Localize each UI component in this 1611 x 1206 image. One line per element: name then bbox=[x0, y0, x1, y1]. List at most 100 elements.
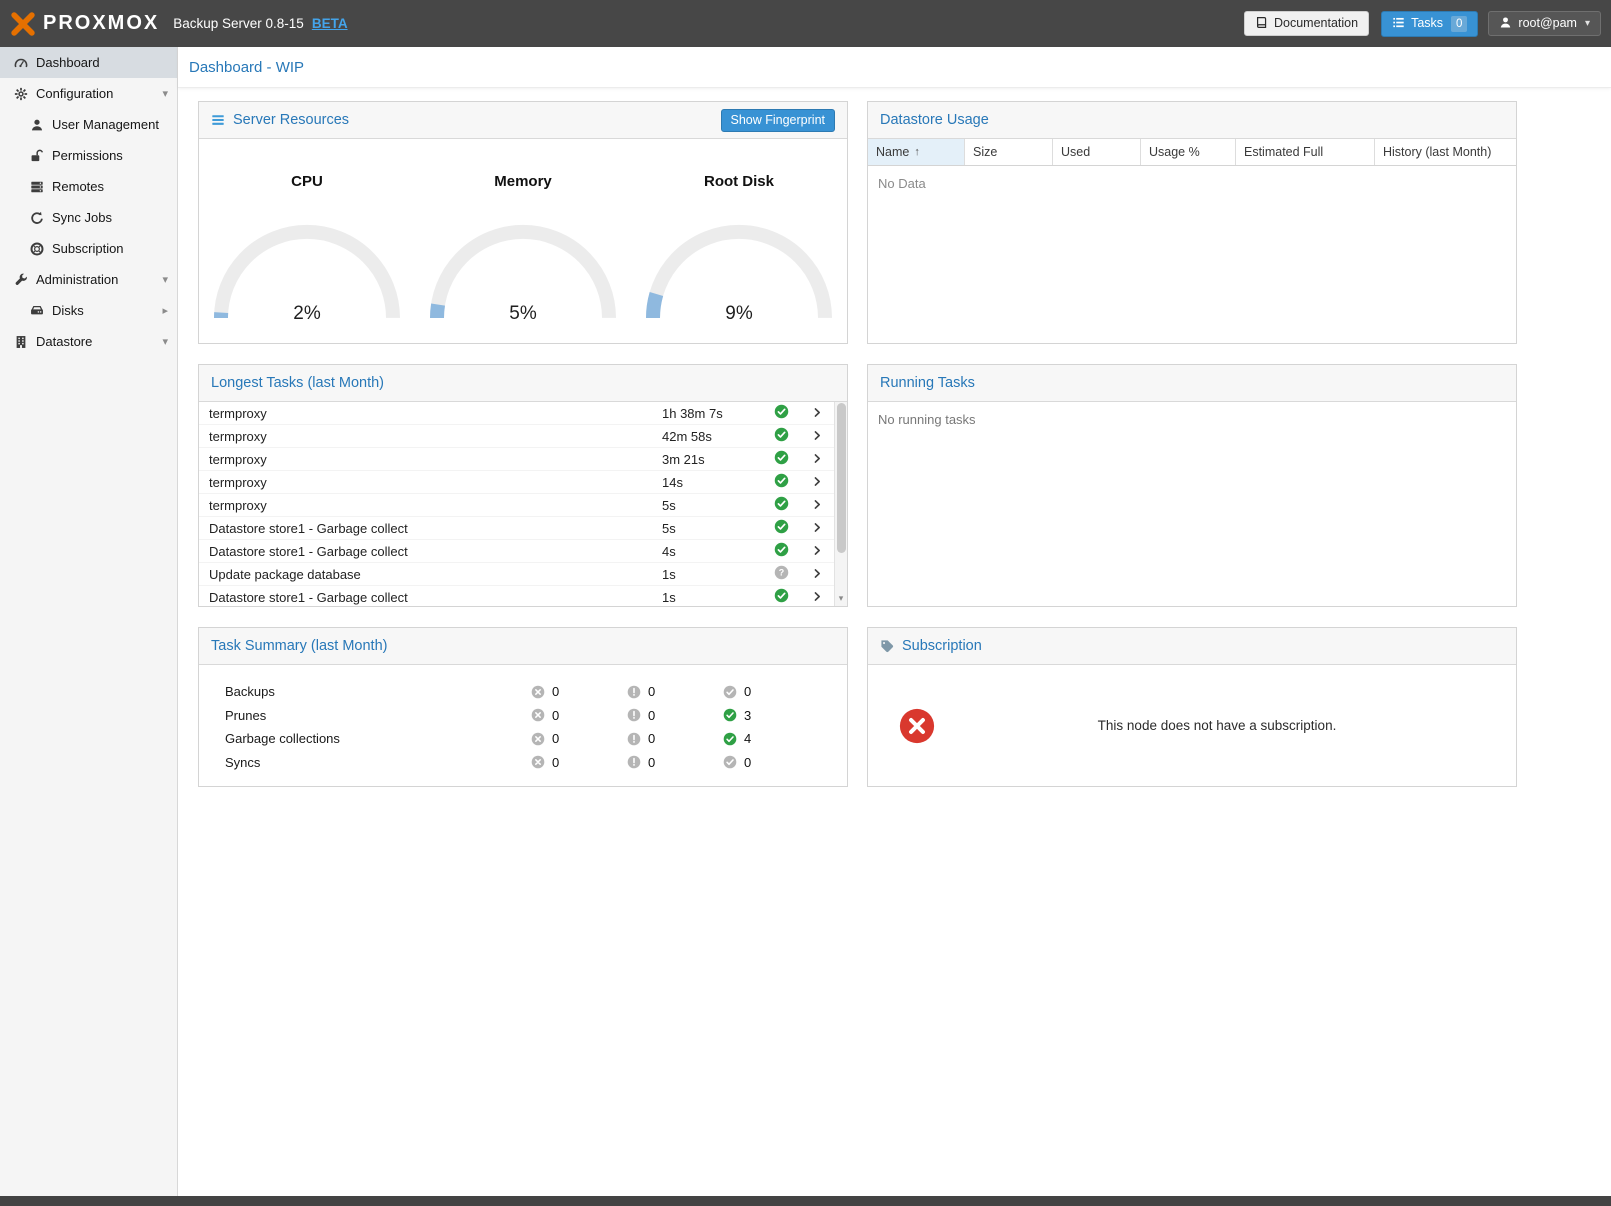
task-row[interactable]: termproxy14s bbox=[199, 471, 834, 494]
longest-tasks-header: Longest Tasks (last Month) bbox=[199, 365, 847, 402]
column-header-used[interactable]: Used bbox=[1053, 139, 1141, 165]
exclamation-circle-icon bbox=[627, 685, 641, 699]
task-name: termproxy bbox=[199, 406, 662, 421]
task-row[interactable]: Update package database1s? bbox=[199, 563, 834, 586]
beta-link[interactable]: BETA bbox=[312, 16, 348, 31]
main-content: Dashboard - WIP Server Resources Show Fi… bbox=[178, 47, 1611, 1196]
sidebar-item-permissions[interactable]: Permissions bbox=[0, 140, 177, 171]
sidebar-item-configuration[interactable]: Configuration ▾ bbox=[0, 78, 177, 109]
chevron-right-icon[interactable] bbox=[800, 476, 834, 489]
error-count-cell[interactable]: 0 bbox=[531, 755, 627, 770]
chevron-right-icon[interactable] bbox=[800, 591, 834, 604]
chevron-right-icon[interactable] bbox=[800, 568, 834, 581]
times-circle-icon bbox=[531, 685, 545, 699]
server-lines-icon bbox=[28, 180, 45, 194]
show-fingerprint-button[interactable]: Show Fingerprint bbox=[721, 109, 836, 132]
column-label: Estimated Full bbox=[1244, 145, 1323, 159]
times-circle-icon bbox=[531, 732, 545, 746]
warning-count-cell[interactable]: 0 bbox=[627, 684, 723, 699]
longest-tasks-list: termproxy1h 38m 7stermproxy42m 58stermpr… bbox=[199, 402, 834, 606]
task-row[interactable]: termproxy5s bbox=[199, 494, 834, 517]
task-duration: 4s bbox=[662, 544, 762, 559]
warning-count-cell[interactable]: 0 bbox=[627, 731, 723, 746]
gauge-arc: 2% bbox=[207, 220, 407, 327]
task-duration: 5s bbox=[662, 521, 762, 536]
task-summary-panel: Task Summary (last Month) Backups000Prun… bbox=[198, 627, 848, 787]
ok-count-cell[interactable]: 4 bbox=[723, 731, 819, 746]
gauge-value: 2% bbox=[207, 303, 407, 325]
check-circle-icon bbox=[723, 732, 737, 746]
column-header-history-last-month[interactable]: History (last Month) bbox=[1375, 139, 1516, 165]
sidebar-item-label: Remotes bbox=[52, 179, 104, 194]
scrollbar[interactable]: ▾ bbox=[834, 402, 847, 606]
datastore-grid-header: Name↑Size Used Usage % Estimated Full Histor… bbox=[868, 139, 1516, 166]
warning-count-cell[interactable]: 0 bbox=[627, 708, 723, 723]
ok-count: 0 bbox=[744, 684, 751, 699]
scrollbar-down-arrow-icon[interactable]: ▾ bbox=[835, 592, 847, 606]
sidebar-item-dashboard[interactable]: Dashboard bbox=[0, 47, 177, 78]
task-row[interactable]: Datastore store1 - Garbage collect5s bbox=[199, 517, 834, 540]
task-name: termproxy bbox=[199, 475, 662, 490]
caret-down-icon[interactable]: ▾ bbox=[162, 335, 168, 348]
sidebar-item-disks[interactable]: Disks▸ bbox=[0, 295, 177, 326]
column-header-name[interactable]: Name↑ bbox=[868, 139, 965, 165]
task-row[interactable]: termproxy3m 21s bbox=[199, 448, 834, 471]
column-header-size[interactable]: Size bbox=[965, 139, 1053, 165]
sidebar-item-datastore[interactable]: Datastore▾ bbox=[0, 326, 177, 357]
chevron-right-icon[interactable] bbox=[800, 407, 834, 420]
caret-down-icon[interactable]: ▾ bbox=[162, 87, 168, 100]
sidebar-item-user-management[interactable]: User Management bbox=[0, 109, 177, 140]
task-row[interactable]: Datastore store1 - Garbage collect1s bbox=[199, 586, 834, 606]
caret-down-icon[interactable]: ▾ bbox=[162, 273, 168, 286]
sidebar-item-sync-jobs[interactable]: Sync Jobs bbox=[0, 202, 177, 233]
sidebar-item-subscription[interactable]: Subscription bbox=[0, 233, 177, 264]
datastore-usage-panel: Datastore Usage Name↑SizeUsedUsage %Esti… bbox=[867, 101, 1517, 344]
bottom-bar bbox=[0, 1196, 1611, 1206]
proxmox-logo[interactable]: PROXMOX bbox=[10, 11, 159, 37]
gears-icon bbox=[12, 87, 29, 101]
chevron-right-icon[interactable] bbox=[800, 499, 834, 512]
wrench-icon bbox=[12, 273, 29, 287]
chevron-right-icon[interactable] bbox=[800, 430, 834, 443]
task-row[interactable]: termproxy42m 58s bbox=[199, 425, 834, 448]
error-count-cell[interactable]: 0 bbox=[531, 708, 627, 723]
task-row[interactable]: Datastore store1 - Garbage collect4s bbox=[199, 540, 834, 563]
documentation-button[interactable]: Documentation bbox=[1244, 11, 1369, 36]
chevron-right-icon[interactable] bbox=[800, 522, 834, 535]
sidebar-item-label: Sync Jobs bbox=[52, 210, 112, 225]
caret-right-icon[interactable]: ▸ bbox=[162, 304, 168, 317]
sidebar-item-remotes[interactable]: Remotes bbox=[0, 171, 177, 202]
warning-count-cell[interactable]: 0 bbox=[627, 755, 723, 770]
task-row[interactable]: termproxy1h 38m 7s bbox=[199, 402, 834, 425]
ok-count-cell[interactable]: 3 bbox=[723, 708, 819, 723]
chevron-right-icon[interactable] bbox=[800, 545, 834, 558]
column-header-usage[interactable]: Usage % bbox=[1141, 139, 1236, 165]
check-circle-icon bbox=[762, 542, 800, 559]
ok-count-cell[interactable]: 0 bbox=[723, 684, 819, 699]
subscription-panel: Subscription This node does not have a s… bbox=[867, 627, 1517, 787]
refresh-icon bbox=[28, 211, 45, 225]
column-header-estimated-full[interactable]: Estimated Full bbox=[1236, 139, 1375, 165]
exclamation-circle-icon bbox=[627, 708, 641, 722]
gauge-label: Root Disk bbox=[704, 173, 774, 190]
user-menu-button[interactable]: root@pam ▾ bbox=[1488, 11, 1601, 36]
summary-row-backups: Backups000 bbox=[199, 680, 847, 704]
tachometer-icon bbox=[12, 56, 29, 70]
dashboard-content: Server Resources Show Fingerprint CPU2%M… bbox=[178, 88, 1611, 787]
chevron-right-icon[interactable] bbox=[800, 453, 834, 466]
column-label: Used bbox=[1061, 145, 1090, 159]
tasks-button[interactable]: Tasks 0 bbox=[1381, 11, 1478, 37]
list-icon bbox=[1392, 16, 1405, 31]
task-name: termproxy bbox=[199, 429, 662, 444]
summary-row-prunes: Prunes003 bbox=[199, 704, 847, 728]
scrollbar-thumb[interactable] bbox=[837, 403, 846, 553]
task-name: Datastore store1 - Garbage collect bbox=[199, 521, 662, 536]
check-circle-icon bbox=[723, 755, 737, 769]
error-count-cell[interactable]: 0 bbox=[531, 731, 627, 746]
ok-count-cell[interactable]: 0 bbox=[723, 755, 819, 770]
sidebar-item-administration[interactable]: Administration▾ bbox=[0, 264, 177, 295]
task-name: termproxy bbox=[199, 452, 662, 467]
subscription-body: This node does not have a subscription. bbox=[868, 665, 1516, 786]
sidebar-item-label: Configuration bbox=[36, 86, 113, 101]
error-count-cell[interactable]: 0 bbox=[531, 684, 627, 699]
